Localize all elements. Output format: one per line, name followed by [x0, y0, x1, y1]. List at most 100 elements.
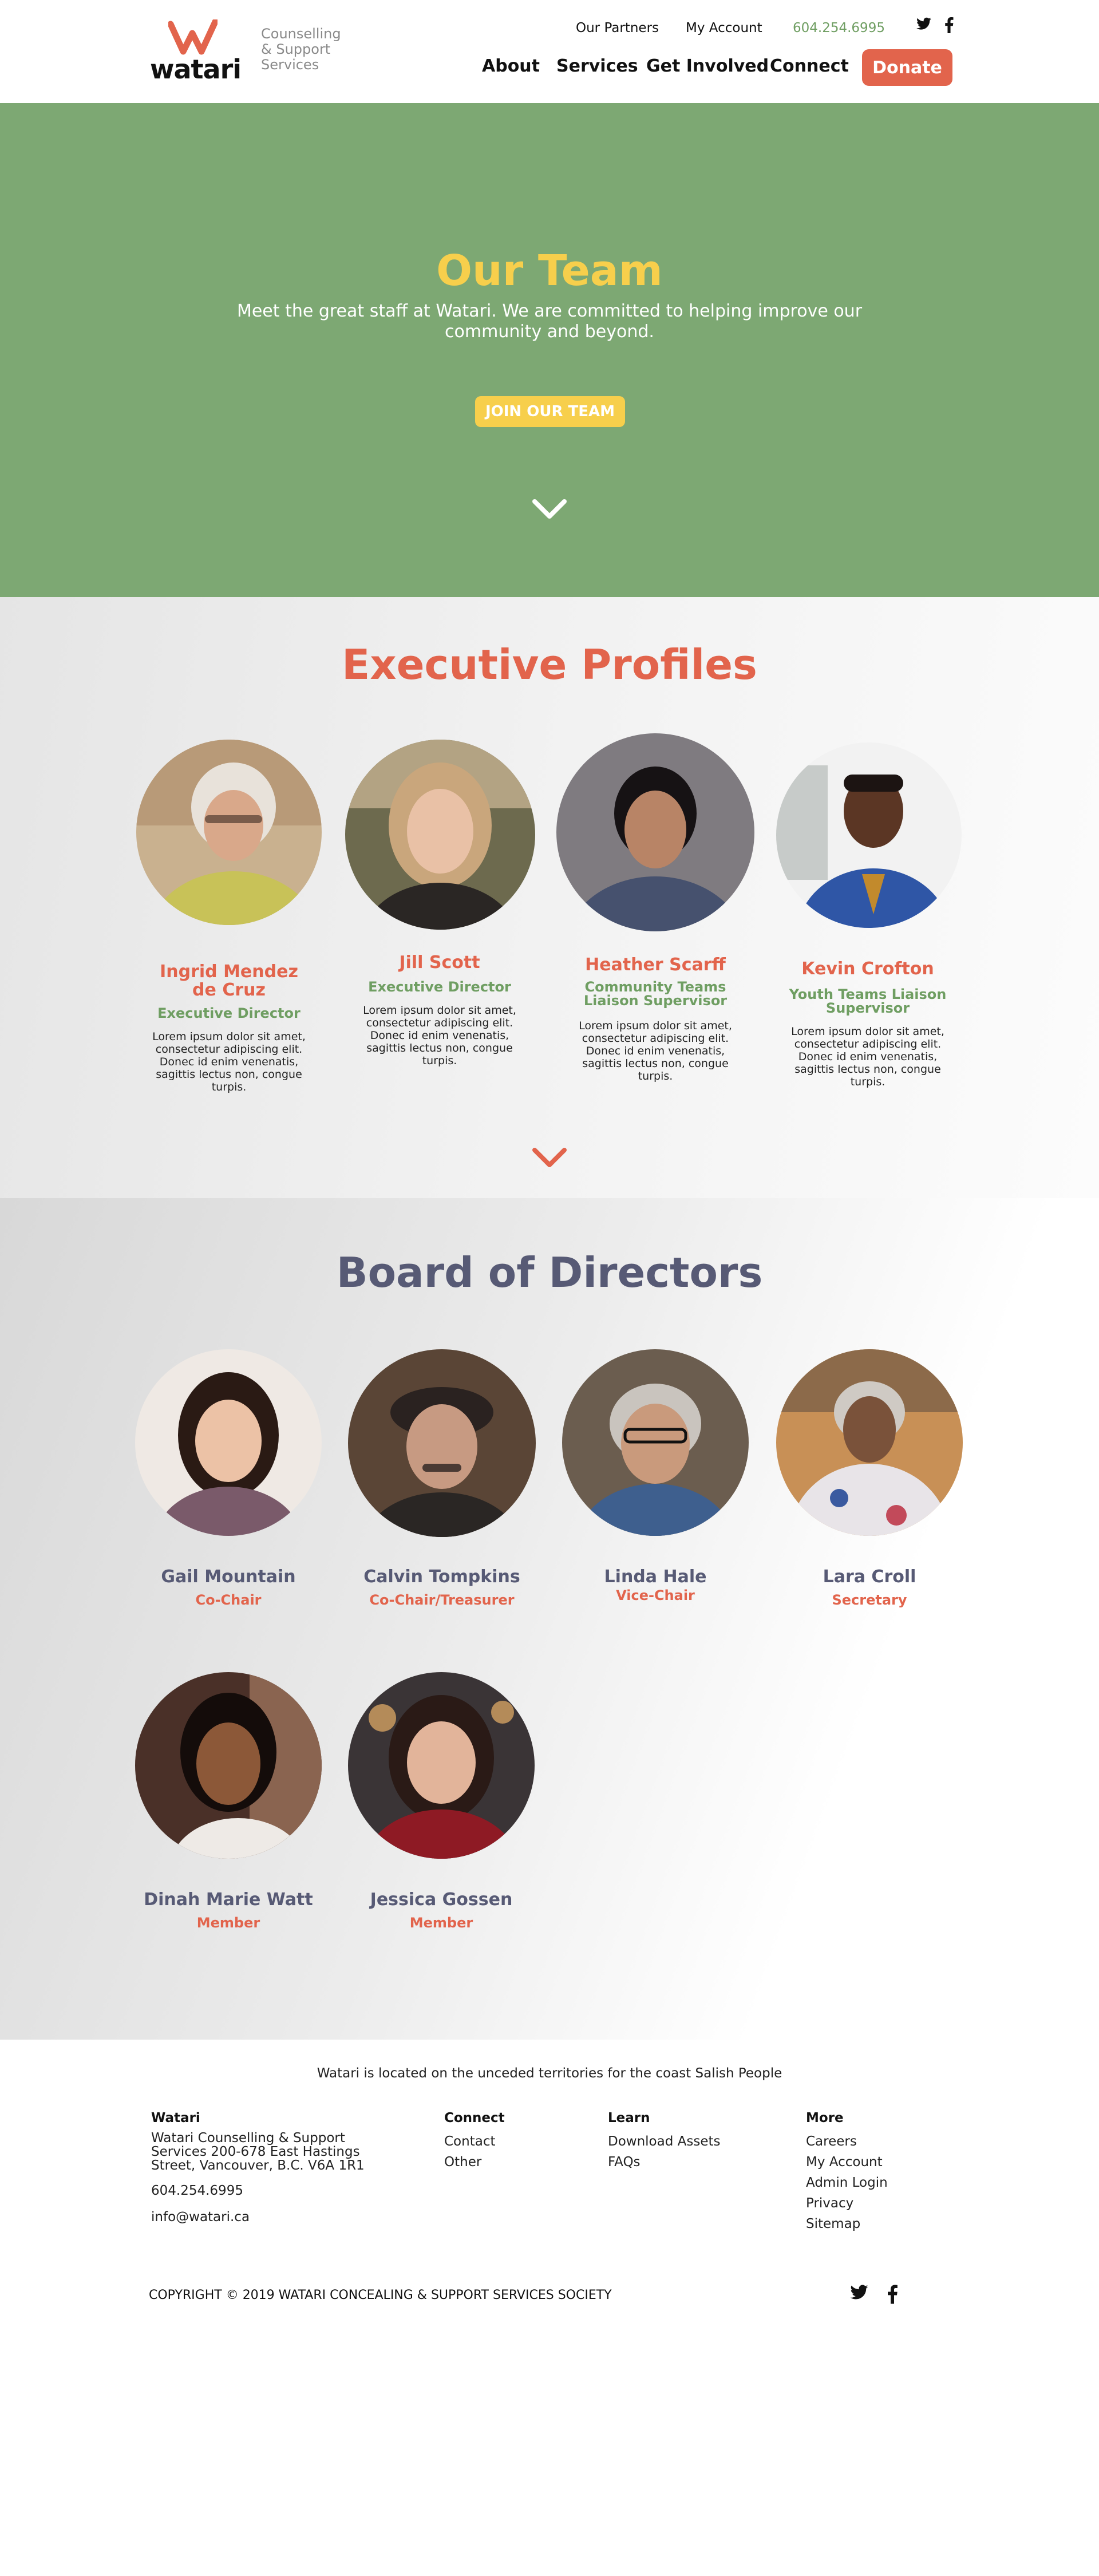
footer-link-faqs[interactable]: FAQs: [608, 2152, 721, 2172]
footer-link-other[interactable]: Other: [444, 2152, 505, 2172]
board-card: Jessica Gossen Member: [348, 1672, 535, 1958]
person-bio: Lorem ipsum dolor sit amet, consectetur a…: [342, 1004, 537, 1067]
person-bio: Lorem ipsum dolor sit amet, consectetur a…: [770, 1025, 965, 1088]
executive-card: Heather Scarff Community Teams Liaison Su…: [555, 733, 756, 1128]
bio-line: Donec id enim venenatis,: [159, 1056, 299, 1068]
nav-get-involved[interactable]: Get Involved: [646, 56, 769, 76]
footer-heading: More: [806, 2111, 844, 2125]
bio-line: Lorem ipsum dolor sit amet,: [152, 1030, 306, 1043]
person-role: Secretary: [832, 1592, 907, 1608]
person-role: Co-Chair: [195, 1592, 262, 1608]
bio-line: turpis.: [850, 1076, 885, 1088]
site-footer: Watari is located on the unceded territo…: [0, 2040, 1099, 2576]
logo-wordmark: watari: [150, 54, 242, 85]
role-line: Community Teams: [584, 979, 726, 995]
footer-link-download-assets[interactable]: Download Assets: [608, 2131, 721, 2152]
person-name: Jill Scott: [399, 953, 480, 973]
person-role: Member: [196, 1915, 260, 1931]
footer-link-my-account[interactable]: My Account: [806, 2152, 888, 2172]
watari-logo-mark-icon: [168, 19, 218, 55]
board-card: Calvin Tompkins Co-Chair/Treasurer: [348, 1349, 536, 1635]
join-our-team-button[interactable]: JOIN OUR TEAM: [475, 396, 625, 427]
tagline: Counselling & Support Services: [261, 26, 375, 73]
bio-line: sagittis lectus non, congue: [156, 1068, 302, 1081]
person-name: Dinah Marie Watt: [144, 1890, 313, 1910]
chevron-down-icon[interactable]: [531, 498, 568, 523]
my-account-link[interactable]: My Account: [686, 21, 762, 35]
avatar: [348, 1672, 535, 1859]
footer-address: Watari Counselling & Support Services 20…: [151, 2131, 369, 2172]
bio-line: turpis.: [211, 1081, 247, 1093]
address-line: Street, Vancouver, B.C. V6A 1R1: [151, 2158, 365, 2173]
nav-connect[interactable]: Connect: [770, 56, 849, 76]
person-role: Community Teams Liaison Supervisor: [555, 980, 756, 1008]
person-role: Member: [409, 1915, 473, 1931]
tagline-line: & Support: [261, 41, 331, 57]
bio-line: Lorem ipsum dolor sit amet,: [579, 1020, 732, 1032]
footer-heading: Watari: [151, 2111, 200, 2125]
bio-line: sagittis lectus non, congue: [582, 1057, 729, 1070]
avatar: [135, 1349, 322, 1536]
footer-column-watari: Watari Watari Counselling & Support Serv…: [151, 2111, 369, 2227]
bio-line: Donec id enim venenatis,: [370, 1029, 509, 1042]
copyright: COPYRIGHT © 2019 WATARI CONCEALING & SUP…: [149, 2288, 612, 2302]
phone-link[interactable]: 604.254.6995: [793, 21, 885, 35]
our-partners-link[interactable]: Our Partners: [576, 21, 659, 35]
footer-phone[interactable]: 604.254.6995: [151, 2180, 369, 2201]
watari-logo[interactable]: watari: [150, 19, 242, 85]
footer-column-connect: Connect Contact Other: [444, 2111, 505, 2172]
footer-link-sitemap[interactable]: Sitemap: [806, 2214, 888, 2234]
board-card: Lara Croll Secretary: [776, 1349, 963, 1635]
chevron-down-icon[interactable]: [531, 1147, 568, 1172]
bio-line: sagittis lectus non, congue: [794, 1063, 941, 1076]
executive-card: Kevin Crofton Youth Teams Liaison Supervi…: [770, 742, 965, 1132]
bio-line: consectetur adipiscing elit.: [366, 1017, 513, 1029]
footer-link-privacy[interactable]: Privacy: [806, 2193, 888, 2214]
role-line: Youth Teams Liaison: [789, 986, 947, 1002]
person-name: Calvin Tompkins: [363, 1567, 520, 1587]
bio-line: turpis.: [638, 1070, 673, 1082]
person-name-line: de Cruz: [192, 980, 266, 1000]
address-line: Services 200-678 East Hastings: [151, 2144, 360, 2159]
hero-subtitle: Meet the great staff at Watari. We are c…: [0, 301, 1099, 342]
bio-line: sagittis lectus non, congue: [366, 1042, 513, 1054]
executive-card: Ingrid Mendez de Cruz Executive Director …: [132, 740, 326, 1129]
bio-line: Donec id enim venenatis,: [798, 1050, 938, 1063]
tagline-line: Services: [261, 57, 319, 73]
person-name: Gail Mountain: [161, 1567, 296, 1587]
footer-link-admin-login[interactable]: Admin Login: [806, 2172, 888, 2193]
footer-link-contact[interactable]: Contact: [444, 2131, 505, 2152]
twitter-icon[interactable]: [849, 2285, 869, 2303]
person-name: Kevin Crofton: [801, 959, 934, 979]
nav-services[interactable]: Services: [556, 56, 638, 76]
footer-column-learn: Learn Download Assets FAQs: [608, 2111, 721, 2172]
role-line: Liaison Supervisor: [583, 993, 728, 1009]
person-name-line: Ingrid Mendez: [160, 962, 298, 982]
bio-line: consectetur adipiscing elit.: [582, 1032, 729, 1045]
person-role: Youth Teams Liaison Supervisor: [770, 987, 965, 1015]
role-line: Supervisor: [825, 1000, 910, 1016]
person-role: Executive Director: [368, 979, 511, 995]
avatar: [562, 1349, 749, 1536]
bio-line: Lorem ipsum dolor sit amet,: [363, 1004, 516, 1017]
avatar: [776, 742, 962, 928]
facebook-icon[interactable]: [887, 2285, 898, 2306]
donate-button[interactable]: Donate: [862, 49, 952, 86]
twitter-icon[interactable]: [916, 17, 932, 33]
board-card: Dinah Marie Watt Member: [135, 1672, 322, 1958]
footer-email[interactable]: info@watari.ca: [151, 2207, 369, 2227]
hero-title: Our Team: [436, 246, 663, 295]
board-card: Gail Mountain Co-Chair: [135, 1349, 322, 1635]
footer-column-more: More Careers My Account Admin Login Priv…: [806, 2111, 888, 2234]
person-name: Lara Croll: [823, 1567, 916, 1587]
facebook-icon[interactable]: [944, 17, 954, 35]
nav-about[interactable]: About: [482, 56, 540, 76]
person-role: Vice-Chair: [616, 1587, 695, 1603]
land-acknowledgement: Watari is located on the unceded territo…: [317, 2066, 782, 2081]
executive-card: Jill Scott Executive Director Lorem ipsu…: [342, 740, 537, 1129]
person-role: Executive Director: [157, 1005, 301, 1021]
bio-line: consectetur adipiscing elit.: [155, 1043, 303, 1056]
board-of-directors-section: Board of Directors Gail Mountain Co-Chai…: [0, 1198, 1099, 2040]
tagline-line: Counselling: [261, 26, 341, 42]
footer-link-careers[interactable]: Careers: [806, 2131, 888, 2152]
